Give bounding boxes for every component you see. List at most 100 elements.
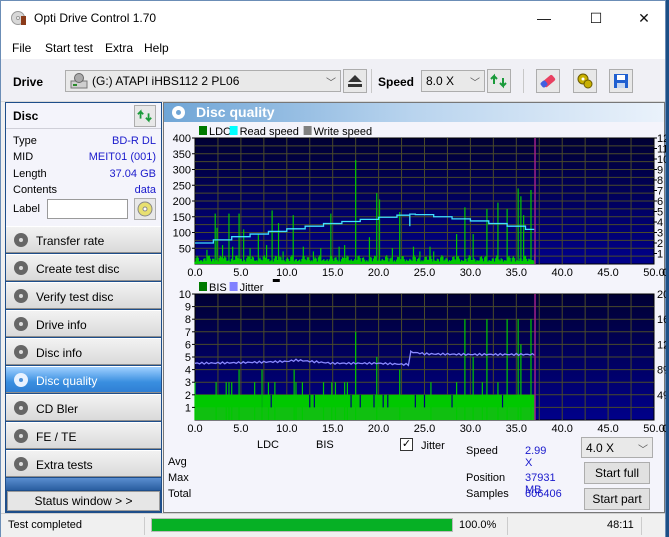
menu-start-test[interactable]: Start test [45,41,93,55]
disc-type-row: Type BD-R DL [13,135,156,150]
minimize-icon: — [537,10,551,26]
nav-transfer-rate[interactable]: Transfer rate [6,226,161,253]
label-label: Label [13,203,40,215]
settings-icon [577,73,593,89]
minimize-button[interactable]: — [521,1,567,35]
status-window-button[interactable]: Status window > > [7,491,160,511]
x-tick-label: 25.0 [414,267,435,279]
drive-value: (G:) ATAPI iHBS112 2 PL06 [92,74,240,88]
fe-te-icon [14,429,28,443]
nav-disc-quality[interactable]: Disc quality [6,366,161,393]
status-text: Test completed [8,519,82,531]
nav-drive-info[interactable]: Drive info [6,310,161,337]
disc-length-row: Length 37.04 GB [13,168,156,183]
disc-quality-panel: Disc quality 0.0 5.0 10.0 15.0 20.0 25.0 30.0 3… [163,102,666,513]
drive-label: Drive [13,75,44,89]
save-button[interactable] [609,69,633,93]
eraser-icon [540,75,556,88]
x-tick-label: 10.0 [276,267,297,279]
speed-select[interactable]: 8.0 X ﹀ [421,70,485,92]
y-tick-label: 300 [173,165,191,177]
disc-quality-icon [14,373,28,387]
legend-swatch [229,282,238,291]
y-tick-label: 10 [179,289,191,301]
title-bar: Opti Drive Control 1.70 — ☐ ✕ [1,1,665,35]
progress-bar [151,518,453,532]
legend-swatch [199,126,207,135]
y2-tick-label: 6 X [657,196,666,208]
nav-disc-info[interactable]: Disc info [6,338,161,365]
y-tick-label: 4 [185,365,191,377]
legend-swatch [229,126,238,135]
y-tick-label: 5 [185,352,191,364]
y2-tick-label: 12% [657,339,666,351]
x-tick-label: 0.0 [187,423,202,435]
maximize-icon: ☐ [589,9,603,26]
disc-info-icon [14,345,28,359]
transfer-rate-icon [14,233,28,247]
y-tick-label: 9 [185,302,191,314]
settings-button[interactable] [573,69,597,93]
y-tick-label: 8 [185,314,191,326]
col-bis-header: BIS [316,439,334,451]
left-panel: Disc Type BD-R DL MID MEIT01 (001) Length 3… [5,102,162,513]
maximize-button[interactable]: ☐ [573,1,619,35]
start-full-button[interactable]: Start full [584,462,650,484]
chevron-down-icon: ﹀ [470,78,480,89]
nav-fe-te[interactable]: FE / TE [6,422,161,449]
disc-mid-row: MID MEIT01 (001) [13,151,156,166]
x-unit-label: GB [662,267,666,279]
erase-button[interactable] [536,69,560,93]
disc-refresh-button[interactable] [134,105,156,127]
y2-tick-label: 4% [657,390,666,402]
mid-label: MID [13,151,34,163]
extra-tests-icon [14,457,28,471]
menu-file[interactable]: File [12,41,31,55]
x-tick-label: 0.0 [187,267,202,279]
test-speed-select[interactable]: 4.0 X ﹀ [581,437,653,458]
status-divider [144,517,145,535]
nav-create-test-disc[interactable]: Create test disc [6,254,161,281]
legend-label: Write speed [314,126,373,138]
menu-extra[interactable]: Extra [105,41,133,55]
nav-extra-tests[interactable]: Extra tests [6,450,161,477]
x-tick-label: 25.0 [414,423,435,435]
nav-label: CD Bler [36,402,79,416]
bis-lower-fill [195,407,536,420]
refresh-button[interactable] [487,69,511,93]
y2-tick-label: 1 X [657,249,666,261]
drive-icon [70,73,88,89]
x-tick-label: 45.0 [597,423,618,435]
x-tick-label: 30.0 [460,267,481,279]
x-tick-label: 10.0 [276,423,297,435]
app-window: Opti Drive Control 1.70 — ☐ ✕ File Start… [0,0,666,537]
menu-help[interactable]: Help [144,41,169,55]
drive-select[interactable]: (G:) ATAPI iHBS112 2 PL06 ﹀ [65,70,341,92]
legend-label: BIS [209,282,227,294]
progress-text: 100.0% [459,519,497,531]
length-label: Length [13,168,47,180]
nav-cd-bler[interactable]: CD Bler [6,394,161,421]
elapsed-time: 48:11 [607,519,634,531]
y2-tick-label: 5 X [657,207,666,219]
nav-label: Extra tests [36,458,93,472]
eject-icon [348,75,362,87]
nav-label: Transfer rate [36,234,105,248]
close-button[interactable]: ✕ [621,1,667,35]
position-label: Position [466,472,506,484]
speed-value: 2.99 X [525,445,547,469]
col-ldc-header: LDC [257,439,280,451]
charts-area: 0.0 5.0 10.0 15.0 20.0 25.0 30.0 35.0 40.0 45.0 50… [173,126,666,435]
write-label-button[interactable] [134,198,156,220]
verify-disc-icon [14,289,28,303]
y2-tick-label: 11 X [657,144,666,156]
nav-verify-test-disc[interactable]: Verify test disc [6,282,161,309]
toolbar: Drive (G:) ATAPI iHBS112 2 PL06 ﹀ Speed … [1,59,665,102]
menu-bar: File Start test Extra Help [1,35,665,59]
start-part-button[interactable]: Start part [584,488,650,510]
jitter-checkbox[interactable]: ✓ [400,438,413,451]
eject-button[interactable] [343,69,367,93]
disc-label-input[interactable] [47,199,128,219]
y2-tick-label: 10 X [657,154,666,166]
y2-tick-label: 2 X [657,238,666,250]
